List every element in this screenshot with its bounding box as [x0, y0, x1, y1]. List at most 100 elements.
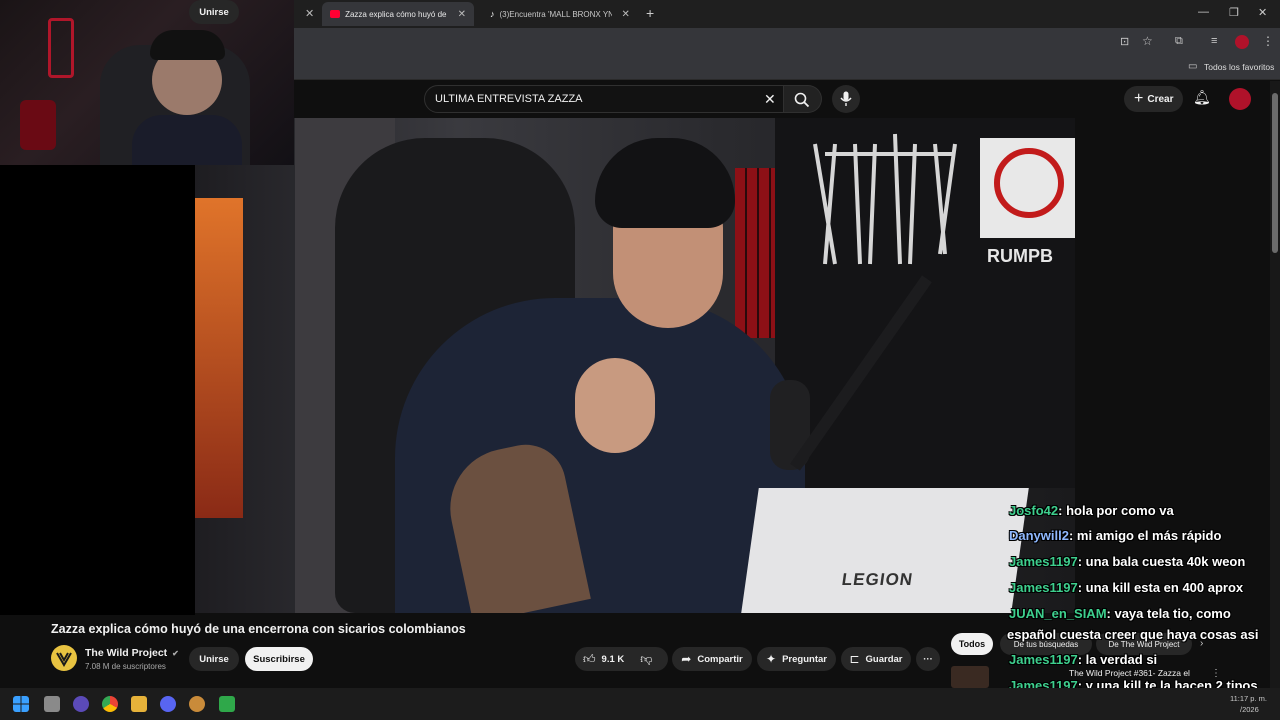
search-icon: [794, 92, 810, 108]
plus-icon: +: [1134, 90, 1144, 107]
clear-search-icon[interactable]: ✕: [764, 91, 776, 108]
bookmark-star-icon[interactable]: ☆: [1142, 34, 1153, 48]
notifications-icon[interactable]: 🔔︎: [1193, 89, 1211, 106]
scrollbar-thumb[interactable]: [1272, 93, 1278, 253]
app-icon-3[interactable]: [219, 696, 235, 712]
channel-avatar[interactable]: [51, 645, 77, 671]
discord-icon[interactable]: [160, 696, 176, 712]
more-icon: ···: [923, 653, 933, 665]
app-icon-2[interactable]: [189, 696, 205, 712]
windows-start-icon[interactable]: [13, 696, 29, 712]
chat-message: JUAN_en_SIAM: vaya tela tio, como: [1009, 603, 1280, 625]
suggestion-thumbnail[interactable]: [951, 666, 989, 688]
filter-chip-todos[interactable]: Todos: [951, 633, 993, 655]
chat-username: Josfo42: [1009, 503, 1059, 518]
tab-tiktok[interactable]: ♪ (3)Encuentra 'MALL BRONX YN ✕: [482, 2, 638, 26]
bookmark-icon: ⊏: [849, 652, 860, 666]
chat-message: James1197: una bala cuesta 40k weon: [1009, 551, 1280, 573]
ghost-sign: [980, 138, 1075, 238]
chat-username: James1197: [1009, 554, 1078, 569]
all-bookmarks-link[interactable]: Todos los favoritos: [1204, 62, 1274, 72]
verified-icon: ✔: [172, 649, 179, 658]
poster-left: [195, 198, 243, 518]
close-window-button[interactable]: ✕: [1258, 6, 1267, 19]
tab-label: Zazza explica cómo huyó de un: [345, 9, 448, 19]
poster-text: RUMPB: [987, 246, 1053, 266]
stream-chat-overlay: Josfo42: hola por como va Danywill2: mi a…: [1004, 500, 1280, 720]
webcam-shirt: [132, 115, 242, 165]
channel-name[interactable]: The Wild Project ✔: [85, 647, 179, 659]
chrome-icon[interactable]: [102, 696, 118, 712]
extensions-icon[interactable]: ⧉: [1175, 35, 1183, 48]
thumbs-up-icon: 👍︎: [583, 651, 596, 666]
left-black-bar: [0, 165, 195, 615]
subscribe-label: Suscribirse: [253, 653, 305, 665]
maximize-button[interactable]: ❐: [1229, 6, 1239, 19]
join-button-2[interactable]: Unirse: [189, 647, 239, 671]
app-icon[interactable]: [73, 696, 89, 712]
profile-avatar[interactable]: [1235, 35, 1249, 49]
chat-text: : una kill esta en 400 aprox: [1077, 580, 1244, 595]
chat-text: : la verdad si: [1077, 652, 1158, 667]
task-view-icon[interactable]: [44, 696, 60, 712]
voice-search-button[interactable]: [832, 85, 860, 113]
tab-label: (3)Encuentra 'MALL BRONX YN: [499, 9, 612, 19]
search-value: ULTIMA ENTREVISTA ZAZZA: [435, 93, 583, 105]
microphone-icon: [840, 91, 852, 106]
chat-message: Josfo42: hola por como va: [1009, 500, 1280, 522]
youtube-icon: [330, 10, 341, 18]
media-icon[interactable]: ≡: [1211, 35, 1217, 47]
dislike-icon: 👎︎: [640, 651, 653, 666]
chat-text: : mi amigo el más rápido: [1068, 528, 1222, 543]
join-label: Unirse: [199, 6, 229, 18]
chat-message: español cuesta creer que haya cosas asi: [1007, 624, 1280, 646]
laptop-brand: LEGION: [840, 570, 915, 589]
band-logo: [813, 133, 957, 265]
minimize-button[interactable]: —: [1198, 6, 1209, 18]
ask-label: Preguntar: [782, 653, 827, 665]
chat-username: JUAN_en_SIAM: [1009, 606, 1107, 621]
search-input[interactable]: ULTIMA ENTREVISTA ZAZZA ✕: [424, 85, 784, 113]
close-tab-icon[interactable]: ✕: [622, 9, 630, 20]
clock-time: 11:17 p. m.: [1230, 694, 1267, 703]
subscribe-button[interactable]: Suscribirse: [245, 647, 313, 671]
folder-icon: ▭: [1188, 61, 1198, 72]
save-button[interactable]: ⊏ Guardar: [841, 647, 911, 671]
create-label: Crear: [1147, 93, 1174, 105]
clock-date: /2026: [1240, 705, 1259, 714]
more-actions-button[interactable]: ···: [916, 647, 940, 671]
chat-username: Danywill2: [1009, 528, 1069, 543]
file-explorer-icon[interactable]: [131, 696, 147, 712]
share-label: Compartir: [697, 653, 743, 665]
chat-text: : vaya tela tio, como: [1106, 606, 1231, 621]
close-tab-icon[interactable]: ✕: [305, 7, 314, 20]
like-button[interactable]: 👍︎ 9.1 K 👎︎: [575, 647, 668, 671]
menu-icon[interactable]: ⋮: [1262, 34, 1274, 48]
tab-zazza[interactable]: Zazza explica cómo huyó de un ✕: [322, 2, 474, 26]
chat-message: James1197: una kill esta en 400 aprox: [1009, 577, 1280, 599]
webcam-cap: [150, 30, 225, 60]
filter-label: Todos: [958, 639, 986, 649]
install-icon[interactable]: ⊡: [1120, 35, 1129, 48]
chat-username: James1197: [1009, 652, 1078, 667]
video-player[interactable]: RUMPB LEGION: [195, 118, 1075, 613]
join-button[interactable]: Unirse: [189, 0, 239, 24]
tiktok-icon: ♪: [490, 9, 495, 19]
chat-message: Danywill2: mi amigo el más rápido: [1009, 525, 1280, 547]
webcam-red-object: [20, 100, 56, 150]
channel-name-label: The Wild Project: [85, 647, 168, 659]
hand: [575, 358, 655, 453]
red-neon-sign: [48, 18, 74, 78]
account-avatar[interactable]: [1229, 88, 1251, 110]
like-count: 9.1 K: [601, 653, 625, 665]
create-button[interactable]: + Crear: [1124, 86, 1184, 112]
share-button[interactable]: ➦ Compartir: [672, 647, 752, 671]
close-tab-icon[interactable]: ✕: [458, 9, 466, 20]
streamer-webcam: [0, 0, 294, 165]
search-button[interactable]: [784, 85, 822, 113]
video-title: Zazza explica cómo huyó de una encerrona…: [51, 622, 466, 636]
windows-taskbar: 11:17 p. m. /2026: [0, 688, 1280, 720]
sparkle-icon: ✦: [766, 652, 777, 666]
new-tab-button[interactable]: +: [646, 5, 654, 21]
ask-button[interactable]: ✦ Preguntar: [757, 647, 836, 671]
